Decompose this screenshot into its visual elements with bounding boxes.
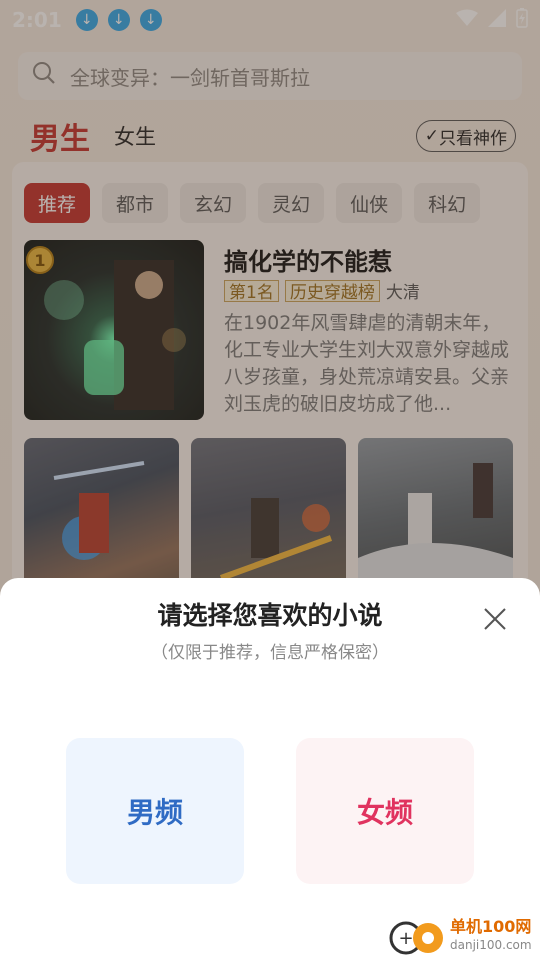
svg-text:+: + bbox=[398, 928, 413, 949]
sheet-subtitle: （仅限于推荐，信息严格保密） bbox=[151, 643, 389, 663]
male-choice-button[interactable]: 男频 bbox=[66, 738, 244, 884]
sheet-title: 请选择您喜欢的小说 bbox=[157, 601, 383, 630]
watermark-cn: 单机100网 bbox=[450, 917, 532, 936]
watermark-text: 单机100网 danji100.com bbox=[450, 918, 532, 954]
preference-sheet: 请选择您喜欢的小说 （仅限于推荐，信息严格保密） 男频 女频 bbox=[0, 578, 540, 960]
watermark: + 单机100网 danji100.com bbox=[388, 914, 538, 958]
close-icon[interactable] bbox=[482, 606, 508, 632]
watermark-logo-icon: + bbox=[388, 916, 446, 956]
watermark-en: danji100.com bbox=[450, 938, 532, 952]
female-choice-button[interactable]: 女频 bbox=[296, 738, 474, 884]
